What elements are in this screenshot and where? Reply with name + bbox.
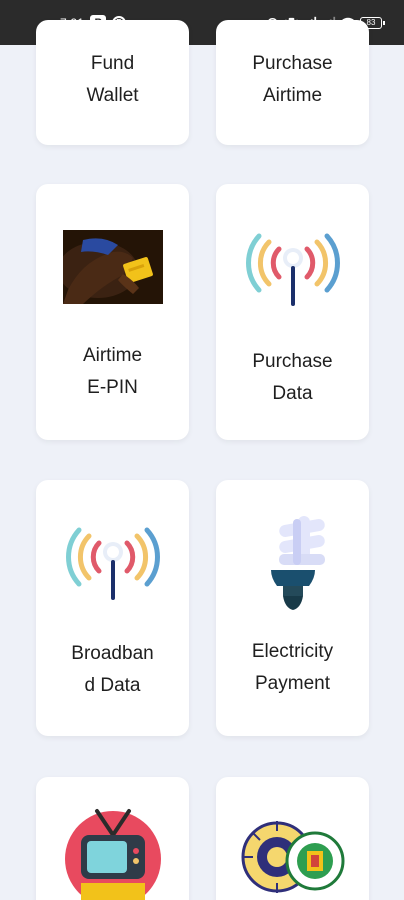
tv-icon — [63, 805, 163, 900]
card-label-line1: Airtime — [82, 345, 143, 366]
card-label-line1: Purchase — [252, 53, 333, 74]
card-label-line2: Wallet — [86, 85, 139, 106]
card-label-line1: Fund — [90, 53, 135, 74]
signal-antenna-icon — [63, 518, 163, 602]
card-label-line2: Airtime — [262, 85, 323, 106]
card-label-line2: E-PIN — [87, 377, 138, 398]
service-card-broadband-data[interactable]: Broadban d Data — [36, 480, 189, 736]
card-label-line1: Broadban — [71, 643, 154, 664]
service-card-electricity-payment[interactable]: Electricity Payment — [216, 480, 369, 736]
service-card-purchase-data[interactable]: Purchase Data — [216, 184, 369, 440]
card-label-wrap: Fund Wallet — [53, 48, 173, 112]
card-label-wrap: Purchase Data — [233, 346, 353, 410]
card-label-wrap: Airtime E-PIN — [53, 340, 173, 404]
card-label-line2: Data — [272, 383, 313, 404]
service-card-airtime-epin[interactable]: Airtime E-PIN — [36, 184, 189, 440]
card-label-line2: d Data — [84, 675, 141, 696]
light-bulb-icon — [243, 514, 343, 614]
card-label-wrap: Purchase Airtime — [233, 48, 353, 112]
card-label-line2: Payment — [255, 673, 330, 694]
signal-antenna-icon — [243, 224, 343, 308]
card-label-wrap: Broadban d Data — [53, 638, 173, 702]
card-label-wrap: Electricity Payment — [233, 636, 353, 700]
recharge-card-photo — [62, 230, 163, 304]
service-card-exam-pins[interactable] — [216, 777, 369, 900]
service-card-fund-wallet[interactable]: Fund Wallet — [36, 20, 189, 145]
card-label-line1: Electricity — [251, 641, 334, 662]
service-card-purchase-airtime[interactable]: Purchase Airtime — [216, 20, 369, 145]
card-label-line1: Purchase — [252, 351, 333, 372]
exam-seal-icon — [241, 817, 345, 900]
service-card-cable-tv[interactable] — [36, 777, 189, 900]
